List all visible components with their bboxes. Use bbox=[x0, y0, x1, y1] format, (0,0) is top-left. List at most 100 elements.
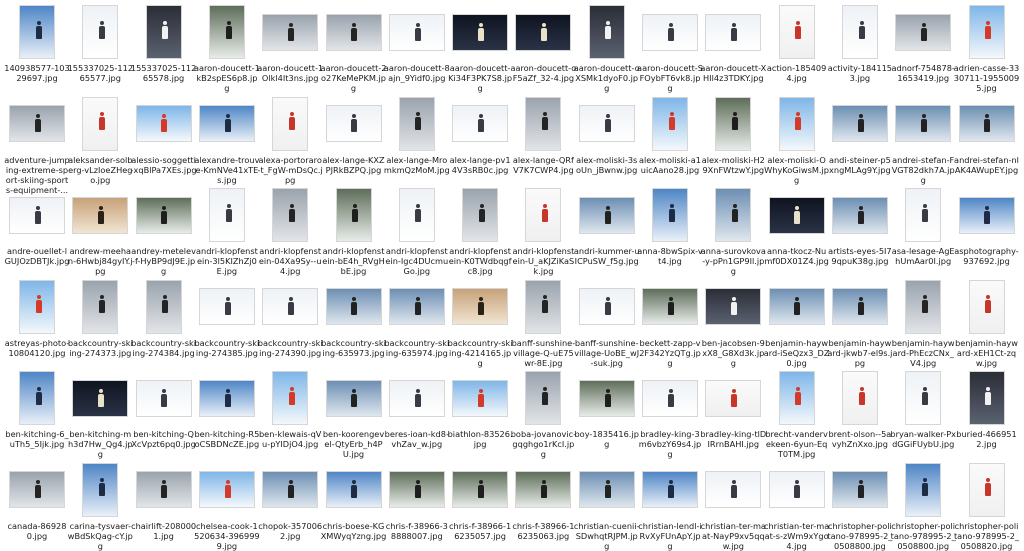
file-item[interactable]: bradley-king-3m6vbzY69s4.jpg bbox=[639, 369, 701, 459]
file-item[interactable]: benjamin-hayward-jkwb7-el9s.jpg bbox=[827, 278, 892, 368]
file-item[interactable]: chris-f-38966-16235063.jpg bbox=[512, 461, 574, 541]
file-item[interactable]: beres-ioan-kd8-vhZav_w.jpg bbox=[385, 369, 449, 449]
file-item[interactable]: christopher-politano-978995-2_0508820.jp… bbox=[954, 461, 1019, 551]
file-item[interactable]: canada-869280.jpg bbox=[6, 461, 68, 541]
file-item[interactable]: ben-jacobsen-9xX8_G8Xd3k.jpg bbox=[702, 278, 765, 368]
file-item[interactable]: backcountry-skiing-274385.jpg bbox=[194, 278, 259, 358]
file-item[interactable]: chris-f-38966-38888007.jpg bbox=[386, 461, 448, 541]
skier-figure bbox=[921, 203, 928, 222]
file-item[interactable]: bryan-walker-PxdGGiFUybU.jpg bbox=[890, 369, 956, 449]
file-item[interactable]: boy-1835416.jpg bbox=[574, 369, 639, 449]
file-item[interactable]: action-1854094.jpg bbox=[766, 3, 828, 83]
file-item[interactable]: ben-koorengevel-QtyErb_h4PU.jpg bbox=[323, 369, 385, 459]
file-item[interactable]: backcountry-skiing-274373.jpg bbox=[68, 278, 133, 358]
file-item[interactable]: andri-klopfenstein-Igc4DUcmuGo.jpg bbox=[385, 186, 448, 276]
file-item[interactable]: banff-sunshine-village-UoBE_wJ-suk.jpg bbox=[574, 278, 639, 368]
file-item[interactable]: alex-lange-QRfV7K7CWP4.jpg bbox=[512, 95, 574, 175]
file-item[interactable]: alex-lange-KXZPJRkBZPQ.jpg bbox=[322, 95, 385, 175]
file-item[interactable]: activity-1841153.jpg bbox=[828, 3, 892, 83]
file-item[interactable]: adventure-jumping-extreme-sport-skiing-s… bbox=[4, 95, 70, 195]
file-item[interactable]: ben-kitching-6_uTh5_5Ijk.jpg bbox=[5, 369, 69, 449]
file-item[interactable]: andri-klopfenstein-3l5KIZhZj0E.jpg bbox=[196, 186, 258, 276]
file-item[interactable]: andrei-stefan-nlAK4AWupEY.jpg bbox=[954, 95, 1019, 175]
file-item[interactable]: aaron-doucett-Ki34F3PK7S8.jpg bbox=[448, 3, 512, 93]
file-item[interactable]: christian-ter-maat-s-zWm9xYgo4.jpg bbox=[764, 461, 829, 551]
file-item[interactable]: alessio-soggetti-xqBlPa7XEs.jpg bbox=[131, 95, 197, 175]
file-item[interactable]: chelsea-cook-1520634-3969999.jpg bbox=[194, 461, 260, 551]
file-item[interactable]: ben-kitching-QXcVpzt6pq0.jpg bbox=[131, 369, 196, 449]
file-item[interactable]: christopher-politano-978995-2_0508800.jp… bbox=[827, 461, 892, 551]
file-item[interactable]: ben-kitching-mh3d7Hw_Qg4.jpg bbox=[68, 369, 133, 459]
file-item[interactable]: backcountry-skiing-635973.jpg bbox=[321, 278, 386, 358]
file-item[interactable]: aaron-doucett-1Olkl4It3ns.jpg bbox=[257, 3, 323, 83]
file-item[interactable]: andri-klopfenstein-bE4h_RVgHbE.jpg bbox=[322, 186, 385, 276]
file-item[interactable]: christian-ter-maat-NayP9xv5qqw.jpg bbox=[701, 461, 766, 551]
file-item[interactable]: benjamin-hayward-PhEczCNx_V4.jpg bbox=[892, 278, 955, 368]
file-item[interactable]: buried-4669512.jpg bbox=[956, 369, 1018, 449]
file-item[interactable]: aaron-doucett-oF5aZf_32-4.jpg bbox=[510, 3, 576, 83]
file-item[interactable]: brent-olson--5avyhZnXxo.jpg bbox=[828, 369, 891, 449]
file-item[interactable]: adrien-casse-3330711-19550095.jpg bbox=[954, 3, 1019, 93]
skier-figure bbox=[668, 203, 675, 222]
file-item[interactable]: andri-klopfenstein-04Xa9Sy--u4.jpg bbox=[259, 186, 322, 276]
file-item[interactable]: alex-moliski-3soUn_jBwnw.jpg bbox=[576, 95, 638, 175]
file-item[interactable]: alex-moliski-a1uicAano28.jpg bbox=[639, 95, 701, 175]
file-item[interactable]: andrei-stefan-FVGT82dkh7A.jpg bbox=[892, 95, 955, 185]
file-item[interactable]: brecht-vandervekeen-6yun-EqT0TM.jpg bbox=[765, 369, 828, 459]
file-item[interactable]: andrew-meehan-6Hwbj84gyIY.jpg bbox=[68, 186, 133, 276]
file-item[interactable]: aaron-doucett-1kB2spES6p8.jpg bbox=[194, 3, 260, 93]
file-item[interactable]: aleksander-solberg-vLzIoeZHego.jpg bbox=[68, 95, 132, 185]
file-item[interactable]: aaron-doucett-2o27KeMePKM.jpg bbox=[321, 3, 386, 93]
file-item[interactable]: bradley-king-tlDIRrnBAHI.jpg bbox=[700, 369, 766, 449]
file-item[interactable]: chopok-3570062.jpg bbox=[258, 461, 322, 541]
file-item[interactable]: chairlift-2080001.jpg bbox=[131, 461, 196, 541]
file-item[interactable]: ben-kitching-R5oCSBDNcZE.jpg bbox=[194, 369, 259, 449]
file-item[interactable]: aaron-doucett-XHIl4z3TDKY.jpg bbox=[700, 3, 766, 83]
file-item[interactable]: alexandre-trouve-KmNVe41xTEs.jpg bbox=[194, 95, 259, 185]
file-item[interactable]: alex-lange-MromkmQzMoM.jpg bbox=[384, 95, 450, 175]
file-item[interactable]: aaron-doucett-8ajn_9Yidf0.jpg bbox=[384, 3, 450, 83]
file-item[interactable]: ben-klewais-qVu-pYIDjO4.jpg bbox=[259, 369, 321, 449]
file-item[interactable]: anna-tkocz-Numf0DX01Z4.jpg bbox=[764, 186, 829, 266]
file-item[interactable]: andi-steiner-p5xngMLAg9Y.jpg bbox=[829, 95, 891, 175]
file-item[interactable]: backcountry-skiing-274390.jpg bbox=[258, 278, 323, 358]
file-item[interactable]: benjamin-hayward-iSeQzx3_DZ0.jpg bbox=[764, 278, 829, 368]
file-item[interactable]: andre-ouellet-lGUJOzDBTJk.jpg bbox=[5, 186, 69, 266]
file-item[interactable]: backcountry-skiing-635974.jpg bbox=[384, 278, 450, 358]
file-item[interactable]: backcountry-skiing-4214165.jpg bbox=[448, 278, 513, 368]
file-name-label: backcountry-skiing-635974.jpg bbox=[384, 337, 450, 358]
file-name-label: andrey-metelev-f-HyBP9dJ9E.jpg bbox=[131, 246, 196, 276]
file-item[interactable]: alexa-portoraro-t_FgW-mDsQc.jpg bbox=[258, 95, 323, 185]
file-item[interactable]: andri-kummer-uICPuSW_f5g.jpg bbox=[574, 186, 640, 266]
file-item[interactable]: artists-eyes-5I79qpuK38g.jpg bbox=[828, 186, 892, 266]
file-item[interactable]: andri-klopfenstein-K0TWdbqgfc8.jpg bbox=[449, 186, 512, 276]
file-item[interactable]: boba-jovanovic-gqghgo1rKcI.jpg bbox=[511, 369, 576, 459]
file-item[interactable]: carina-tysvaer-wBdSkQag-cY.jpg bbox=[68, 461, 133, 551]
file-item[interactable]: christopher-politano-978995-2_0508800.jp… bbox=[891, 461, 956, 551]
file-item[interactable]: alex-moliski-H29XnFWtzwY.jpg bbox=[702, 95, 765, 175]
file-item[interactable]: alex-lange-pv14V3sRB0c.jpg bbox=[449, 95, 511, 175]
file-item[interactable]: alex-moliski-OWhyKoGiwsM.jpg bbox=[764, 95, 829, 185]
file-item[interactable]: aaron-doucett-SFOybFT6vk8.jpg bbox=[637, 3, 703, 93]
file-item[interactable]: beckett-zapp-v2F342YzQTg.jpg bbox=[639, 278, 701, 368]
file-item[interactable]: 140938577-10329697.jpg bbox=[4, 3, 70, 83]
file-item[interactable]: chris-f-38966-16235057.jpg bbox=[449, 461, 511, 541]
file-item[interactable]: aaron-doucett-oXSMk1dyoF0.jpg bbox=[574, 3, 640, 93]
file-item[interactable]: andri-klopfenstein-U_aKJZiKaSk.jpg bbox=[512, 186, 574, 276]
file-item[interactable]: benjamin-hayward-xEH1Ct-zqw.jpg bbox=[955, 278, 1018, 368]
file-item[interactable]: 155337025-11265577.jpg bbox=[68, 3, 133, 83]
file-item[interactable]: andrey-metelev-f-HyBP9dJ9E.jpg bbox=[131, 186, 196, 276]
file-item[interactable]: 155337025-11265578.jpg bbox=[131, 3, 196, 83]
file-item[interactable]: backcountry-skiing-274384.jpg bbox=[131, 278, 196, 358]
file-item[interactable]: asa-lesage-AgEhUmAar0I.jpg bbox=[892, 186, 955, 266]
file-item[interactable]: anna-surovkova-y-pPn1GP9Il.jpg bbox=[701, 186, 766, 276]
file-item[interactable]: anna-8bwSpix-vt4.jpg bbox=[637, 186, 703, 266]
file-item[interactable]: asphotography-937692.jpg bbox=[954, 186, 1019, 266]
file-item[interactable]: banff-sunshine-village-Q-uE75wr-8E.jpg bbox=[512, 278, 575, 368]
file-item[interactable]: christian-cuenii-SDwhqtRJPM.jpg bbox=[574, 461, 640, 551]
file-item[interactable]: chris-boese-KGXMWyqYzng.jpg bbox=[321, 461, 386, 541]
file-item[interactable]: adnorf-754878-1653419.jpg bbox=[891, 3, 955, 83]
file-item[interactable]: biathlon-83526.jpg bbox=[448, 369, 513, 449]
file-item[interactable]: astreyas-photo-10804120.jpg bbox=[5, 278, 69, 358]
file-item[interactable]: christian-lendl-iRvXyFUnApY.jpg bbox=[638, 461, 702, 551]
